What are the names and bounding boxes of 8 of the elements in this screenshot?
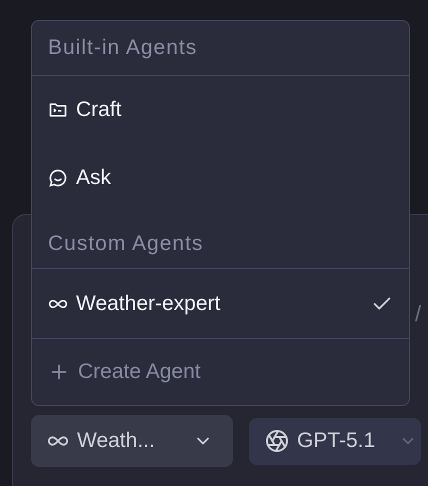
menu-item[interactable]: Craft bbox=[32, 76, 409, 144]
model-select[interactable]: GPT-5.1 bbox=[249, 418, 421, 464]
create-agent-item[interactable]: Create Agent bbox=[32, 339, 409, 405]
section-header: Built-in Agents bbox=[32, 21, 409, 76]
menu-item[interactable]: Ask bbox=[32, 144, 409, 212]
chat-icon bbox=[48, 168, 68, 188]
placeholder-text: / bbox=[415, 301, 422, 327]
agent-select[interactable]: Weath... bbox=[31, 415, 233, 467]
